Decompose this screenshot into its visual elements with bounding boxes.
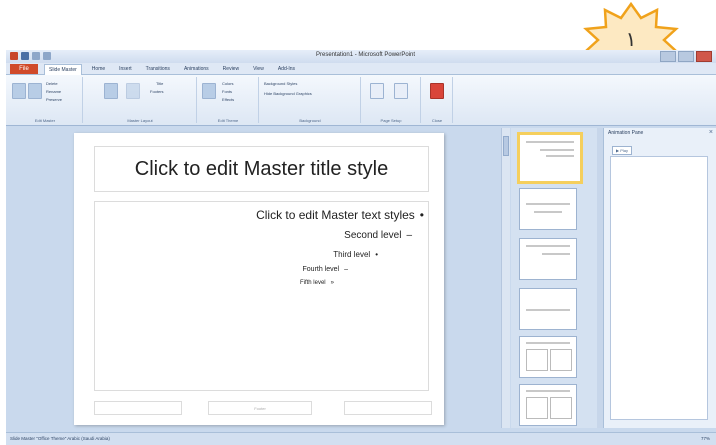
animation-list[interactable] [610, 156, 708, 420]
layout-thumbnail[interactable] [519, 188, 577, 230]
ribbon-group-label: Edit Master [34, 118, 56, 123]
close-button[interactable] [696, 51, 712, 62]
tab-file[interactable]: File [10, 64, 38, 74]
slide-number-placeholder[interactable] [344, 401, 432, 415]
text-level-4: Fourth level – [302, 266, 348, 273]
minimize-button[interactable] [660, 51, 676, 62]
layout-thumbnail[interactable] [519, 384, 577, 426]
text-level-2: Second level – [344, 230, 412, 241]
hide-background-graphics-checkbox[interactable]: Hide Background Graphics [264, 91, 312, 96]
maximize-button[interactable] [678, 51, 694, 62]
slide-orientation-button[interactable] [394, 83, 408, 99]
tab-add-ins[interactable]: Add-Ins [274, 64, 299, 75]
text-level-3: Third level • [333, 250, 378, 259]
save-icon[interactable] [21, 52, 29, 60]
content-placeholder[interactable]: Click to edit Master text styles • Second… [94, 201, 429, 391]
ribbon-group-edit-master: Delete Rename Preserve Edit Master [8, 77, 83, 123]
background-styles-button[interactable]: Background Styles [264, 81, 297, 86]
footers-checkbox[interactable]: Footers [150, 89, 164, 94]
ribbon-group-label: Page Setup [380, 118, 402, 123]
ribbon-group-edit-theme: Colors Fonts Effects Edit Theme [198, 77, 259, 123]
themes-button[interactable] [202, 83, 216, 99]
tab-transitions[interactable]: Transitions [142, 64, 174, 75]
fonts-button[interactable]: Fonts [222, 89, 232, 94]
ribbon-group-master-layout: Title Footers Master Layout [84, 77, 197, 123]
title-placeholder[interactable]: Click to edit Master title style [94, 146, 429, 192]
layout-thumbnail[interactable] [519, 238, 577, 280]
close-icon[interactable]: × [709, 129, 713, 136]
ribbon-group-label: Master Layout [127, 118, 153, 123]
animation-pane-title: Animation Pane [608, 130, 644, 136]
window-title: Presentation1 - Microsoft PowerPoint [316, 52, 416, 58]
master-layout-button[interactable] [104, 83, 118, 99]
ribbon-tabs: File Slide Master Home Insert Transition… [6, 63, 716, 75]
play-button[interactable]: ▶ Play [612, 146, 632, 155]
undo-icon[interactable] [32, 52, 40, 60]
preserve-button[interactable]: Preserve [46, 97, 62, 102]
powerpoint-window: Presentation1 - Microsoft PowerPoint Fil… [6, 50, 716, 445]
tab-view[interactable]: View [249, 64, 268, 75]
powerpoint-logo-icon[interactable] [10, 52, 18, 60]
ribbon-group-close: Close [422, 77, 453, 123]
slide-canvas[interactable]: Click to edit Master title style Click t… [74, 133, 444, 425]
insert-placeholder-button[interactable] [126, 83, 140, 99]
insert-layout-button[interactable] [28, 83, 42, 99]
delete-button[interactable]: Delete [46, 81, 58, 86]
animation-pane: Animation Pane × ▶ Play [603, 128, 716, 428]
title-bar: Presentation1 - Microsoft PowerPoint [6, 50, 716, 63]
text-level-1: Click to edit Master text styles • [256, 208, 424, 222]
vertical-scrollbar[interactable] [501, 128, 510, 428]
slide-master-thumbnail[interactable] [517, 132, 583, 184]
tab-slide-master[interactable]: Slide Master [44, 64, 82, 75]
slide-title: Click to edit Master title style [134, 157, 389, 180]
date-placeholder[interactable] [94, 401, 182, 415]
tab-review[interactable]: Review [219, 64, 243, 75]
status-bar: Slide Master "Office Theme" Arabic (Saud… [6, 432, 716, 445]
page-setup-button[interactable] [370, 83, 384, 99]
scrollbar-thumb[interactable] [503, 136, 509, 156]
footer-placeholder[interactable]: Footer [208, 401, 312, 415]
ribbon-group-label: Edit Theme [217, 118, 239, 123]
insert-slide-master-button[interactable] [12, 83, 26, 99]
slide-thumbnails-pane [511, 128, 597, 428]
layout-thumbnail[interactable] [519, 288, 577, 330]
status-text: Slide Master "Office Theme" Arabic (Saud… [10, 436, 110, 441]
tab-insert[interactable]: Insert [115, 64, 136, 75]
ribbon-group-label: Close [431, 118, 443, 123]
ribbon-group-label: Background [299, 118, 321, 123]
text-level-5: Fifth level» [299, 280, 334, 286]
close-master-view-button[interactable] [430, 83, 444, 99]
colors-button[interactable]: Colors [222, 81, 234, 86]
effects-button[interactable]: Effects [222, 97, 234, 102]
window-controls [660, 51, 712, 62]
title-checkbox[interactable]: Title [156, 81, 163, 86]
ribbon-group-page-setup: Page Setup [362, 77, 421, 123]
rename-button[interactable]: Rename [46, 89, 61, 94]
quick-access-toolbar [10, 52, 51, 60]
redo-icon[interactable] [43, 52, 51, 60]
layout-thumbnail[interactable] [519, 336, 577, 378]
tab-home[interactable]: Home [88, 64, 109, 75]
ribbon: Delete Rename Preserve Edit Master Title… [6, 75, 716, 126]
zoom-level[interactable]: 77% [701, 436, 710, 441]
tab-animations[interactable]: Animations [180, 64, 213, 75]
ribbon-group-background: Background Styles Hide Background Graphi… [260, 77, 361, 123]
